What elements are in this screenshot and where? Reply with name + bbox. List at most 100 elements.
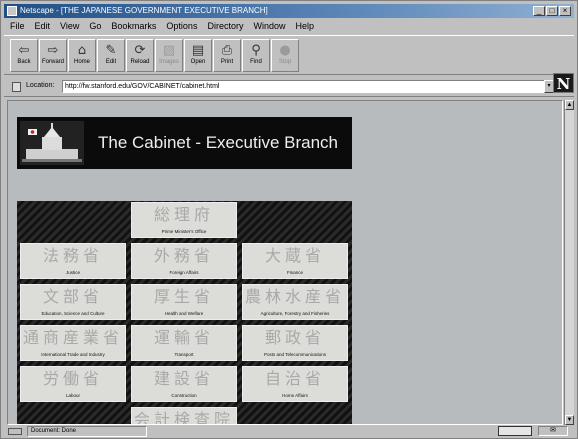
ministry-tile-foreign-affairs[interactable]: 外務省 Foreign Affairs [131, 243, 237, 279]
ministry-name: Labour [65, 393, 80, 398]
menu-bookmarks[interactable]: Bookmarks [111, 20, 156, 33]
ministry-tile-justice[interactable]: 法務省 Justice [20, 243, 126, 279]
images-icon: ▨ [162, 43, 176, 58]
ministry-tile-posts-telecom[interactable]: 郵政省 Posts and Telecommunications [242, 325, 348, 361]
print-label: Print [220, 59, 234, 65]
binoculars-icon: ⚲ [251, 43, 261, 58]
ministry-tile-transport[interactable]: 運輸省 Transport [131, 325, 237, 361]
ministry-tile-labour[interactable]: 労働省 Labour [20, 366, 126, 402]
ministry-tile-agriculture[interactable]: 農林水産省 Agriculture, Forestry and Fisheries [242, 284, 348, 320]
page-content: The Cabinet - Executive Branch 総理府 Prime … [7, 100, 563, 425]
open-button[interactable]: ▤ Open [184, 39, 212, 72]
menu-file[interactable]: File [10, 20, 25, 33]
progress-indicator [498, 426, 532, 436]
status-bar: Document: Done ✉ [4, 426, 574, 437]
location-label: Location: [26, 82, 55, 89]
browser-window: Netscape - [THE JAPANESE GOVERNMENT EXEC… [0, 0, 578, 439]
reload-button[interactable]: ⟳ Reload [126, 39, 154, 72]
ministry-kanji: 運輸省 [153, 328, 214, 347]
netscape-logo[interactable]: N [553, 73, 574, 93]
home-icon: ⌂ [77, 43, 87, 58]
window-controls: _ □ × [533, 6, 571, 16]
stop-icon: ● [279, 43, 291, 58]
ministry-tile-home-affairs[interactable]: 自治省 Home Affairs [242, 366, 348, 402]
open-icon: ▤ [191, 43, 205, 58]
find-label: Find [250, 59, 262, 65]
ministry-kanji: 総理府 [153, 205, 214, 224]
back-button[interactable]: ⇦ Back [10, 39, 38, 72]
ministry-name: Foreign Affairs [169, 270, 199, 275]
ministry-name: Home Affairs [282, 393, 308, 398]
ministry-name: Agriculture, Forestry and Fisheries [260, 311, 330, 316]
ministry-kanji: 文部省 [42, 287, 103, 306]
vertical-scrollbar[interactable]: ▲ ▼ [564, 100, 574, 425]
ministry-kanji: 建設省 [153, 369, 214, 388]
location-bar: Location: http://fw.stanford.edu/GOV/CAB… [4, 77, 574, 97]
open-label: Open [190, 59, 206, 65]
minimize-button[interactable]: _ [533, 6, 545, 16]
menu-bar: File Edit View Go Bookmarks Options Dire… [4, 20, 574, 33]
ministry-kanji: 通商産業省 [22, 328, 123, 347]
page-title: The Cabinet - Executive Branch [98, 133, 339, 152]
forward-arrow-icon: ⇨ [47, 43, 59, 58]
ministry-tile-education[interactable]: 文部省 Education, Science and Culture [20, 284, 126, 320]
page-proxy-icon[interactable] [12, 82, 21, 92]
close-button[interactable]: × [559, 6, 571, 16]
scroll-down-button[interactable]: ▼ [565, 415, 574, 425]
menu-view[interactable]: View [60, 20, 79, 33]
menu-edit[interactable]: Edit [35, 20, 51, 33]
mail-icon[interactable]: ✉ [538, 426, 568, 436]
home-label: Home [73, 59, 90, 65]
ministry-name: Health and Welfare [164, 311, 204, 316]
menu-directory[interactable]: Directory [207, 20, 243, 33]
ministry-name: Finance [286, 270, 303, 275]
back-arrow-icon: ⇦ [18, 43, 30, 58]
ministry-name: Justice [65, 270, 80, 275]
ministry-tile-prime-ministers-office[interactable]: 総理府 Prime Minister's Office [131, 202, 237, 238]
ministry-name: Construction [171, 393, 197, 398]
home-button[interactable]: ⌂ Home [68, 39, 96, 72]
toolbar: ⇦ Back ⇨ Forward ⌂ Home ✎ Edit ⟳ Reload … [4, 35, 574, 75]
ministry-tile-health-welfare[interactable]: 厚生省 Health and Welfare [131, 284, 237, 320]
scroll-up-button[interactable]: ▲ [565, 100, 574, 110]
window-title: Netscape - [THE JAPANESE GOVERNMENT EXEC… [20, 6, 268, 15]
maximize-button[interactable]: □ [546, 6, 558, 16]
back-label: Back [17, 59, 31, 65]
ministry-name: Posts and Telecommunications [264, 352, 326, 357]
ministry-kanji: 大蔵省 [264, 246, 325, 265]
printer-icon: ⎙ [221, 43, 233, 58]
stop-button[interactable]: ● Stop [271, 39, 299, 72]
location-input[interactable]: http://fw.stanford.edu/GOV/CABINET/cabin… [62, 80, 546, 93]
menu-help[interactable]: Help [295, 20, 314, 33]
images-button[interactable]: ▨ Images [155, 39, 183, 72]
images-label: Images [159, 59, 179, 65]
ministry-kanji: 農林水産省 [244, 287, 345, 306]
ministry-kanji: 法務省 [42, 246, 103, 265]
forward-label: Forward [41, 59, 64, 65]
security-key-icon [8, 428, 22, 435]
ministry-kanji: 郵政省 [264, 328, 325, 347]
menu-options[interactable]: Options [166, 20, 197, 33]
title-bar[interactable]: Netscape - [THE JAPANESE GOVERNMENT EXEC… [4, 4, 574, 18]
ministry-tile-audit-board[interactable]: 会計検査院 [131, 407, 237, 425]
netscape-app-icon[interactable] [7, 6, 17, 16]
reload-label: Reload [130, 59, 150, 65]
ministry-kanji: 外務省 [153, 246, 214, 265]
ministry-name: Transport [174, 352, 194, 357]
ministry-kanji: 会計検査院 [133, 410, 234, 425]
ministry-kanji: 厚生省 [153, 287, 214, 306]
cabinet-banner: The Cabinet - Executive Branch [17, 117, 352, 169]
find-button[interactable]: ⚲ Find [242, 39, 270, 72]
ministry-name: Prime Minister's Office [161, 229, 207, 234]
print-button[interactable]: ⎙ Print [213, 39, 241, 72]
edit-button[interactable]: ✎ Edit [97, 39, 125, 72]
menu-window[interactable]: Window [253, 20, 285, 33]
ministry-tile-finance[interactable]: 大蔵省 Finance [242, 243, 348, 279]
edit-label: Edit [105, 59, 117, 65]
ministry-kanji: 自治省 [264, 369, 325, 388]
status-text: Document: Done [27, 426, 147, 437]
ministry-tile-construction[interactable]: 建設省 Construction [131, 366, 237, 402]
menu-go[interactable]: Go [89, 20, 101, 33]
ministry-tile-trade-industry[interactable]: 通商産業省 International Trade and Industry [20, 325, 126, 361]
forward-button[interactable]: ⇨ Forward [39, 39, 67, 72]
